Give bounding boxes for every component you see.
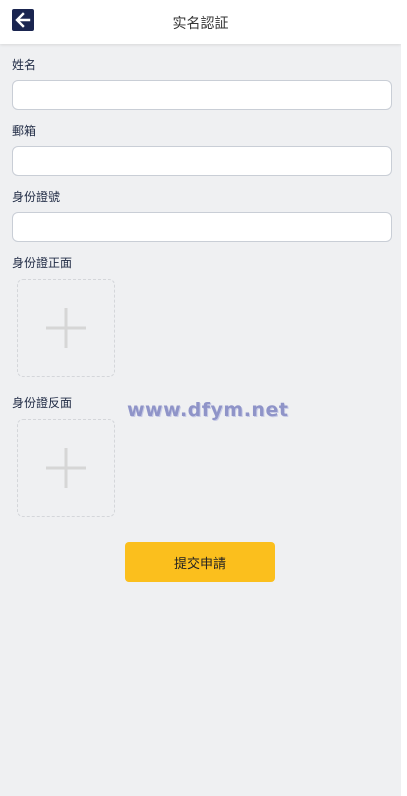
id-back-upload[interactable]	[17, 419, 115, 517]
id-back-label: 身份證反面	[12, 396, 73, 410]
name-label: 姓名	[12, 58, 37, 72]
id-front-label: 身份證正面	[12, 256, 73, 270]
top-bar: 实名認証	[0, 0, 401, 44]
plus-icon	[46, 308, 86, 348]
id-number-label: 身份證號	[12, 190, 61, 204]
email-label: 郵箱	[12, 124, 37, 138]
id-number-input[interactable]	[12, 212, 392, 242]
submit-button[interactable]: 提交申請	[125, 542, 275, 582]
page-title: 实名認証	[172, 16, 229, 32]
email-input[interactable]	[12, 146, 392, 176]
name-input[interactable]	[12, 80, 392, 110]
plus-icon	[46, 448, 86, 488]
watermark: www.dfym.net	[127, 399, 289, 421]
id-front-upload[interactable]	[17, 279, 115, 377]
scroll-edge	[401, 0, 407, 796]
